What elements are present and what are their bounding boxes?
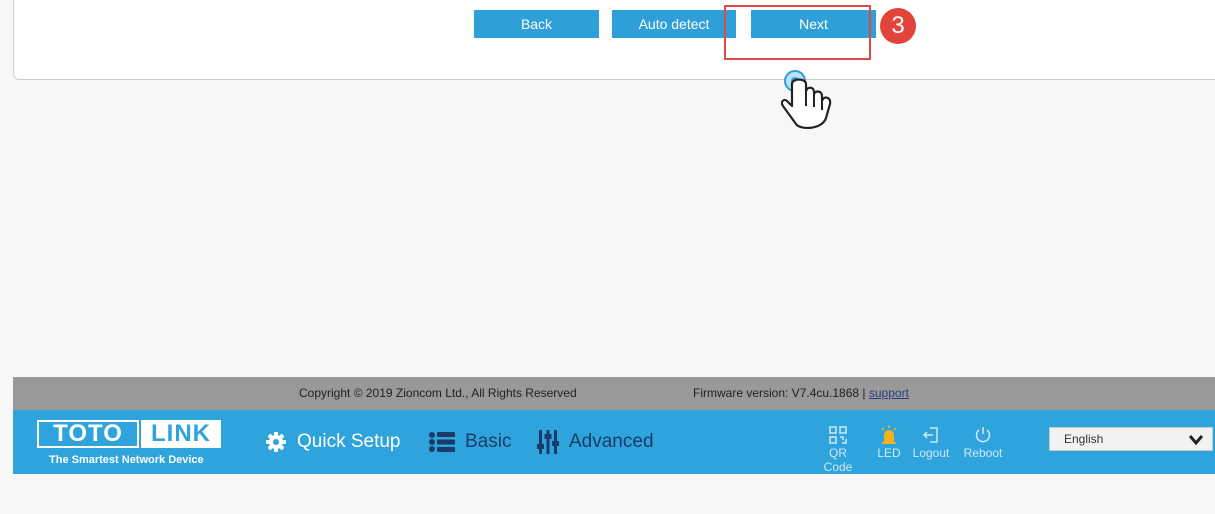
qr-code-button[interactable]: QR Code	[813, 424, 863, 474]
firmware-text: Firmware version: V7.4cu.1868 |	[693, 386, 866, 400]
auto-detect-button[interactable]: Auto detect	[612, 10, 736, 38]
qr-code-label: QR Code	[823, 446, 853, 474]
copyright-text: Copyright © 2019 Zioncom Ltd., All Right…	[299, 386, 577, 400]
next-highlight-box	[724, 5, 871, 60]
nav-advanced-label: Advanced	[569, 431, 654, 452]
back-button[interactable]: Back	[474, 10, 599, 38]
nav-basic-label: Basic	[465, 431, 512, 452]
hand-cursor-icon	[780, 70, 832, 130]
logo-tagline: The Smartest Network Device	[49, 454, 204, 466]
nav-basic[interactable]: Basic	[429, 427, 511, 457]
gear-icon	[265, 431, 287, 453]
footer-bar: Copyright © 2019 Zioncom Ltd., All Right…	[13, 377, 1215, 410]
totolink-logo: TOTO LINK The Smartest Network Device	[37, 420, 225, 466]
wizard-panel: Back Auto detect Next	[13, 0, 1215, 80]
logout-button[interactable]: Logout	[906, 424, 956, 460]
sliders-icon	[537, 430, 559, 454]
logo-link-text: LINK	[141, 420, 221, 448]
chevron-down-icon	[1188, 432, 1204, 454]
logout-label: Logout	[912, 446, 950, 460]
language-select[interactable]: English	[1049, 427, 1213, 451]
firmware-version: Firmware version: V7.4cu.1868 | support	[693, 377, 909, 410]
bottom-navbar: TOTO LINK The Smartest Network Device Qu…	[13, 410, 1215, 474]
list-icon	[429, 432, 455, 452]
reboot-button[interactable]: Reboot	[958, 424, 1008, 460]
logo-toto-text: TOTO	[37, 420, 139, 448]
logout-icon	[906, 424, 956, 446]
qr-code-icon	[813, 424, 863, 446]
support-link[interactable]: support	[869, 386, 909, 400]
reboot-label: Reboot	[963, 446, 1003, 460]
power-icon	[958, 424, 1008, 446]
nav-advanced[interactable]: Advanced	[537, 427, 654, 457]
language-value: English	[1064, 432, 1104, 446]
step-number-badge: 3	[880, 8, 916, 44]
nav-quick-setup-label: Quick Setup	[297, 431, 401, 452]
nav-quick-setup[interactable]: Quick Setup	[265, 427, 401, 457]
